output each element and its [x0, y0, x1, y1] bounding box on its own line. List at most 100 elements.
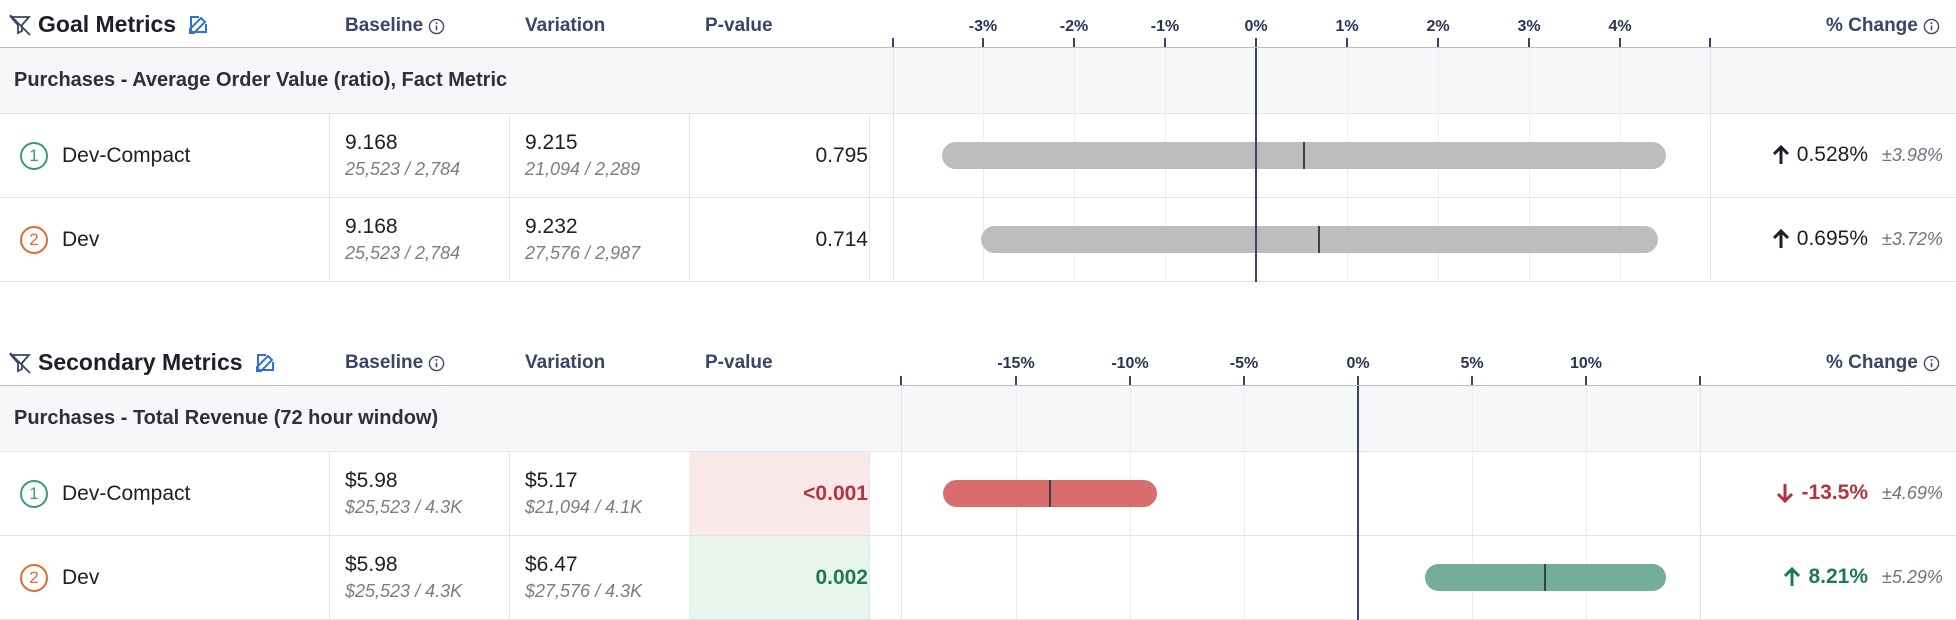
secondary-metrics-section: Secondary Metrics Baseline Variation P-v… — [0, 335, 1956, 620]
change-column-header: % Change — [1826, 15, 1940, 37]
column-divider — [329, 198, 330, 281]
variation-name[interactable]: Dev — [62, 228, 99, 252]
baseline-column-header: Baseline — [345, 352, 445, 374]
change-header-label: % Change — [1826, 15, 1918, 36]
variation-name[interactable]: Dev-Compact — [62, 482, 190, 506]
axis-end-mark — [900, 376, 902, 385]
variation-name[interactable]: Dev-Compact — [62, 144, 190, 168]
axis-tick-mark — [1243, 376, 1245, 385]
confidence-range: ±3.98% — [1882, 145, 1943, 165]
pvalue-column-header: P-value — [705, 15, 773, 36]
metric-row: Purchases - Average Order Value (ratio),… — [0, 48, 1956, 114]
axis-end-mark — [1699, 376, 1701, 385]
confidence-interval-bar[interactable] — [980, 226, 1658, 253]
confidence-interval-bar[interactable] — [943, 480, 1158, 507]
axis-tick-label: 2% — [1426, 18, 1450, 35]
axis-tick-mark — [1585, 376, 1587, 385]
column-divider — [509, 198, 510, 281]
axis-tick-mark — [1073, 38, 1075, 47]
axis-tick-label: 10% — [1569, 355, 1603, 372]
metric-name[interactable]: Purchases - Average Order Value (ratio),… — [14, 69, 507, 92]
percent-change: 0.528% — [1771, 143, 1868, 167]
percent-change: 8.21% — [1782, 565, 1868, 589]
confidence-range: ±5.29% — [1882, 567, 1943, 587]
point-estimate-marker — [1303, 142, 1306, 169]
variation-value: $6.47 — [525, 553, 578, 576]
axis-end-mark — [892, 38, 894, 47]
baseline-value: 9.168 — [345, 215, 398, 238]
info-icon[interactable] — [428, 355, 445, 372]
percent-change: -13.5% — [1775, 481, 1868, 505]
arrow-up-icon — [1784, 566, 1801, 586]
confidence-interval-bar[interactable] — [941, 142, 1667, 169]
secondary-metrics-header — [0, 335, 1956, 386]
filter-off-icon[interactable] — [8, 13, 32, 37]
column-divider — [509, 536, 510, 619]
axis-tick-mark — [1528, 38, 1530, 47]
baseline-value: 9.168 — [345, 131, 398, 154]
variation-name[interactable]: Dev — [62, 566, 99, 590]
axis-tick-mark — [1164, 38, 1166, 47]
variation-column-header: Variation — [525, 15, 606, 36]
axis-tick-label: -1% — [1150, 18, 1180, 35]
variation-badge: 2 — [20, 564, 48, 592]
axis-tick-mark — [1619, 38, 1621, 47]
variation-badge: 2 — [20, 226, 48, 254]
arrow-up-icon — [1772, 228, 1789, 248]
baseline-header-label: Baseline — [345, 352, 424, 373]
info-icon[interactable] — [1923, 18, 1940, 35]
axis-tick-label: -2% — [1059, 18, 1089, 35]
edit-icon[interactable] — [186, 13, 210, 37]
p-value: 0.002 — [815, 566, 868, 589]
point-estimate-marker — [1544, 564, 1547, 591]
axis-tick-label: 4% — [1608, 18, 1632, 35]
variation-row: 1 Dev-Compact 9.168 25,523 / 2,784 9.215 21,0… — [0, 114, 1956, 198]
p-value: 0.714 — [815, 228, 868, 251]
column-divider — [329, 114, 330, 197]
arrow-down-icon — [1777, 484, 1794, 504]
point-estimate-marker — [1049, 480, 1052, 507]
column-divider — [509, 452, 510, 535]
variation-value: 9.232 — [525, 215, 578, 238]
p-value: 0.795 — [815, 144, 868, 167]
zero-line — [1255, 48, 1257, 282]
axis-tick-mark — [982, 38, 984, 47]
metric-name[interactable]: Purchases - Total Revenue (72 hour windo… — [14, 407, 438, 430]
axis-tick-label: 3% — [1517, 18, 1541, 35]
axis-tick-mark — [1015, 376, 1017, 385]
filter-off-icon[interactable] — [8, 351, 32, 375]
baseline-detail: 25,523 / 2,784 — [345, 159, 461, 179]
goal-metrics-title: Goal Metrics — [8, 11, 210, 38]
info-icon[interactable] — [428, 18, 445, 35]
axis-tick-label: -3% — [968, 18, 998, 35]
column-divider — [329, 536, 330, 619]
axis-tick-label: -10% — [1111, 355, 1149, 372]
confidence-range: ±3.72% — [1882, 229, 1943, 249]
change-header-label: % Change — [1826, 352, 1918, 373]
axis-tick-label: 0% — [1346, 355, 1370, 372]
variation-detail: 27,576 / 2,987 — [525, 243, 641, 263]
axis-tick-mark — [1129, 376, 1131, 385]
info-icon[interactable] — [1923, 355, 1940, 372]
point-estimate-marker — [1318, 226, 1321, 253]
percent-change-value: 0.695% — [1796, 227, 1868, 250]
baseline-detail: $25,523 / 4.3K — [345, 581, 463, 601]
confidence-interval-bar[interactable] — [1424, 564, 1666, 591]
goal-metrics-title-text: Goal Metrics — [38, 11, 177, 37]
goal-metrics-section: Goal Metrics Baseline Variation P-value … — [0, 0, 1956, 285]
column-divider — [869, 536, 870, 619]
baseline-column-header: Baseline — [345, 15, 445, 37]
zero-line — [1357, 386, 1359, 620]
axis-tick-label: 5% — [1460, 355, 1484, 372]
axis-tick-label: 0% — [1244, 18, 1268, 35]
variation-badge: 1 — [20, 142, 48, 170]
confidence-range: ±4.69% — [1882, 483, 1943, 503]
variation-value: $5.17 — [525, 469, 578, 492]
arrow-up-icon — [1772, 144, 1789, 164]
variation-value: 9.215 — [525, 131, 578, 154]
axis-tick-label: 1% — [1335, 18, 1359, 35]
column-divider — [689, 114, 690, 197]
variation-row: 2 Dev 9.168 25,523 / 2,784 9.232 27,576 / 2,9… — [0, 198, 1956, 282]
edit-icon[interactable] — [253, 351, 277, 375]
variation-column-header: Variation — [525, 352, 606, 373]
